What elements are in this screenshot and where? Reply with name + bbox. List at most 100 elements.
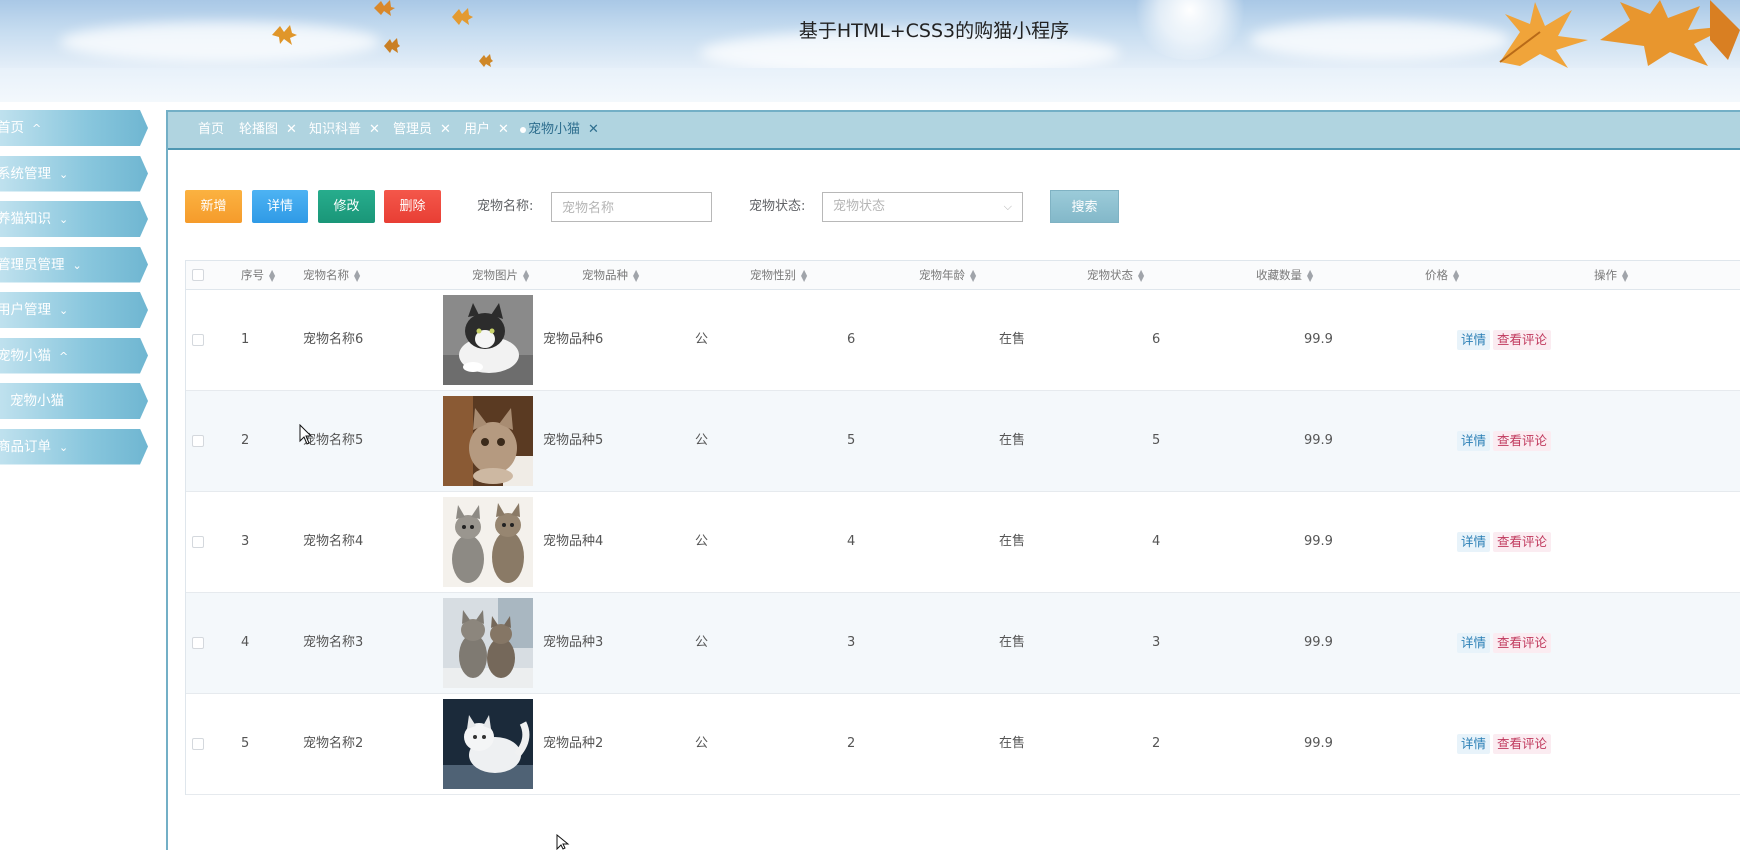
row-comments-link[interactable]: 查看评论: [1493, 734, 1552, 754]
sidebar-item-knowledge[interactable]: 养猫知识 ⌄: [0, 201, 148, 237]
chevron-down-icon: ⌵: [1003, 200, 1012, 213]
cell-price: 99.9: [1304, 433, 1333, 448]
select-all-checkbox[interactable]: [192, 269, 204, 281]
close-icon[interactable]: ✕: [498, 122, 509, 137]
cat-photo: [443, 295, 533, 385]
close-icon[interactable]: ✕: [588, 122, 599, 137]
table-row[interactable]: 5 宠物名称2 宠物品种2 公 2 在售 2 99.9 详情 查看评论: [186, 694, 1740, 795]
detail-button[interactable]: 详情: [252, 190, 308, 223]
pet-name-label: 宠物名称:: [477, 199, 534, 214]
cell-index: 2: [241, 433, 250, 448]
tab-label: 管理员: [393, 122, 433, 137]
table-row[interactable]: 3 宠物名称4 宠物品种4 公 4 在售 4 99.9 详情 查看评论: [186, 492, 1740, 593]
cell-gender: 公: [695, 332, 709, 347]
row-comments-link[interactable]: 查看评论: [1493, 532, 1552, 552]
table-row[interactable]: 4 宠物名称3 宠物品种3 公 3 在售 3 99.9 详情 查看评论: [186, 593, 1740, 694]
close-icon[interactable]: ✕: [286, 122, 297, 137]
row-checkbox[interactable]: [192, 637, 204, 649]
tab-carousel[interactable]: 轮播图 ✕: [239, 112, 297, 148]
tab-home[interactable]: 首页: [198, 112, 224, 148]
cell-breed: 宠物品种6: [543, 332, 604, 347]
sidebar-item-admins[interactable]: 管理员管理 ⌄: [0, 246, 148, 283]
row-detail-link[interactable]: 详情: [1457, 734, 1491, 754]
sidebar-item-system[interactable]: 系统管理 ⌄: [0, 155, 148, 192]
chevron-down-icon: ⌄: [59, 304, 69, 317]
sidebar-item-pets[interactable]: 宠物小猫 ^: [0, 337, 148, 374]
header-band: [0, 68, 1740, 102]
delete-button[interactable]: 删除: [384, 190, 441, 223]
pet-name-input[interactable]: [551, 192, 712, 222]
row-detail-link[interactable]: 详情: [1457, 532, 1491, 552]
close-icon[interactable]: ✕: [440, 122, 451, 137]
row-comments-link[interactable]: 查看评论: [1493, 431, 1552, 451]
table-row[interactable]: 2 宠物名称5 宠物品种5 公 5 在售 5 99.9 详情 查看评论: [186, 391, 1740, 492]
column-header[interactable]: 宠物年龄 ▲ ▼: [919, 261, 976, 289]
column-header[interactable]: 操作 ▲ ▼: [1594, 261, 1628, 289]
main-panel: 首页 轮播图 ✕ 知识科普 ✕ 管理员 ✕ 用户 ✕ 宠物小猫 ✕ 新增 详情 修改 删除…: [166, 110, 1740, 850]
sidebar-item-orders[interactable]: 商品订单 ⌄: [0, 428, 148, 465]
cell-breed: 宠物品种5: [543, 433, 604, 448]
row-checkbox[interactable]: [192, 435, 204, 447]
cell-age: 5: [847, 433, 856, 448]
sidebar-item-label: 商品订单: [0, 438, 51, 455]
edit-button[interactable]: 修改: [318, 190, 375, 223]
sidebar-item-users[interactable]: 用户管理 ⌄: [0, 292, 148, 328]
sidebar-item-label: 用户管理: [0, 302, 51, 318]
cell-gender: 公: [695, 635, 709, 650]
tab-label: 知识科普: [309, 122, 362, 137]
column-header[interactable]: 宠物品种 ▲ ▼: [582, 261, 639, 289]
row-detail-link[interactable]: 详情: [1457, 633, 1491, 653]
tab-label: 首页: [198, 122, 225, 137]
cell-status: 在售: [999, 433, 1026, 448]
cell-gender: 公: [695, 433, 709, 448]
cell-name: 宠物名称3: [303, 635, 364, 650]
tab-admins[interactable]: 管理员 ✕: [393, 112, 451, 148]
column-header[interactable]: 收藏数量 ▲ ▼: [1256, 261, 1313, 289]
sidebar-item-home[interactable]: 首页 ^: [0, 110, 148, 146]
add-button[interactable]: 新增: [185, 190, 242, 223]
row-checkbox[interactable]: [192, 738, 204, 750]
cat-photo: [443, 497, 533, 587]
column-header[interactable]: 序号 ▲ ▼: [241, 261, 275, 289]
cell-index: 5: [241, 736, 250, 751]
pet-status-select[interactable]: 宠物状态 ⌵: [822, 192, 1023, 222]
column-header[interactable]: 宠物图片 ▲ ▼: [472, 261, 529, 289]
row-comments-link[interactable]: 查看评论: [1493, 330, 1552, 350]
cell-index: 4: [241, 635, 250, 650]
tab-users[interactable]: 用户 ✕: [464, 112, 509, 148]
app-header: 基于HTML+CSS3的购猫小程序: [0, 0, 1740, 68]
tab-label: 轮播图: [239, 122, 279, 137]
mouse-cursor-icon: [556, 833, 570, 850]
cell-age: 6: [847, 332, 856, 347]
sidebar-item-label: 首页: [0, 120, 24, 136]
column-header[interactable]: 宠物状态 ▲ ▼: [1087, 261, 1144, 289]
cell-gender: 公: [695, 534, 709, 549]
cell-age: 2: [847, 736, 856, 751]
sort-icon: ▲ ▼: [523, 267, 530, 283]
table-header: 序号 ▲ ▼ 宠物名称 ▲ ▼ 宠物图片 ▲ ▼ 宠物品种 ▲ ▼ 宠物性别 ▲ ▼ 宠物年龄 ▲ ▼ …: [186, 260, 1740, 290]
row-comments-link[interactable]: 查看评论: [1493, 633, 1552, 653]
tab-knowledge[interactable]: 知识科普 ✕: [309, 112, 380, 148]
chevron-down-icon: ⌄: [59, 167, 69, 181]
close-icon[interactable]: ✕: [369, 122, 380, 137]
tab-pets[interactable]: 宠物小猫 ✕: [520, 112, 599, 148]
column-header[interactable]: 宠物性别 ▲ ▼: [750, 261, 807, 289]
cell-favorites: 3: [1152, 635, 1161, 650]
search-button[interactable]: 搜索: [1050, 190, 1119, 223]
cell-index: 1: [241, 332, 250, 347]
tab-bar: 首页 轮播图 ✕ 知识科普 ✕ 管理员 ✕ 用户 ✕ 宠物小猫 ✕: [168, 112, 1740, 150]
cell-breed: 宠物品种2: [543, 736, 604, 751]
cell-price: 99.9: [1304, 736, 1333, 751]
row-checkbox[interactable]: [192, 334, 204, 346]
column-header[interactable]: 宠物名称 ▲ ▼: [303, 261, 360, 289]
cell-name: 宠物名称6: [303, 332, 364, 347]
cell-status: 在售: [999, 534, 1026, 549]
sidebar-item-label: 系统管理: [0, 165, 51, 182]
table-row[interactable]: 1 宠物名称6 宠物品种6 公 6 在售 6 99.9 详情 查看评论: [186, 290, 1740, 391]
sidebar-subitem-pets[interactable]: 宠物小猫: [0, 383, 148, 419]
cell-status: 在售: [999, 635, 1026, 650]
column-header[interactable]: 价格 ▲ ▼: [1425, 261, 1459, 289]
row-detail-link[interactable]: 详情: [1457, 431, 1491, 451]
row-checkbox[interactable]: [192, 536, 204, 548]
row-detail-link[interactable]: 详情: [1457, 330, 1491, 350]
